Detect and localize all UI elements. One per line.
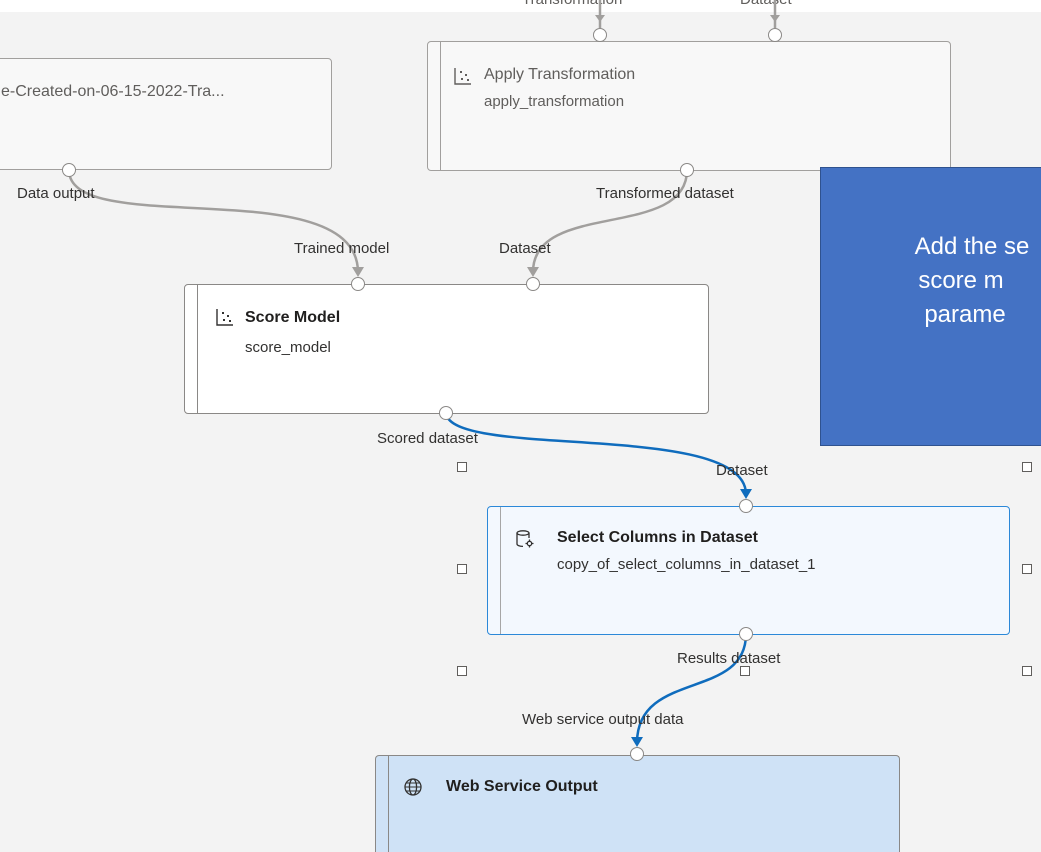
callout-line-3: parame [924,301,1006,328]
data-output-port[interactable] [62,163,76,177]
trained-model-port[interactable] [351,277,365,291]
web-service-input-label: Web service output data [522,711,684,728]
resize-handle-middle-left[interactable] [457,564,467,574]
select-columns-input-port[interactable] [739,499,753,513]
wire-dataset-arrow [527,267,539,277]
apply-transformation-node[interactable]: Apply Transformation apply_transformatio… [427,41,951,171]
data-node[interactable]: e-Created-on-06-15-2022-Tra... [0,58,332,170]
resize-handle-top-left[interactable] [457,462,467,472]
scatter-chart-icon [216,309,233,326]
resize-handle-bottom-right[interactable] [1022,666,1032,676]
callout-line-2: score m [918,267,1004,294]
database-gear-icon [516,530,534,548]
resize-handle-top-right[interactable] [1022,462,1032,472]
score-model-subtitle: score_model [245,339,331,356]
trained-model-label: Trained model [294,240,390,257]
wire-scored-to-select-arrow [740,489,752,499]
pipeline-canvas[interactable]: Transformation Dataset e-Created-on-06-1… [0,0,1041,852]
select-columns-title: Select Columns in Dataset [557,529,758,546]
select-columns-subtitle: copy_of_select_columns_in_dataset_1 [557,556,816,573]
web-service-input-port[interactable] [630,747,644,761]
web-service-output-node[interactable]: Web Service Output [375,755,900,852]
score-dataset-input-port[interactable] [526,277,540,291]
results-dataset-port[interactable] [739,627,753,641]
callout-line-1: Add the se [914,233,1030,260]
transformed-dataset-port[interactable] [680,163,694,177]
score-dataset-input-label: Dataset [499,240,551,257]
resize-handle-bottom-left[interactable] [457,666,467,676]
data-node-title: e-Created-on-06-15-2022-Tra... [1,83,225,100]
data-output-label: Data output [17,185,95,202]
wire-top-left-arrow [595,15,605,22]
select-columns-input-label: Dataset [716,462,768,479]
wire-trained-model-arrow [352,267,364,277]
wire-top-right-arrow [770,15,780,22]
apply-transformation-subtitle: apply_transformation [484,93,625,110]
score-model-title: Score Model [245,309,341,326]
apply-transformation-title: Apply Transformation [484,66,636,83]
scatter-chart-icon [454,68,471,85]
resize-handle-middle-right[interactable] [1022,564,1032,574]
resize-handle-bottom-center[interactable] [740,666,750,676]
wire-scored-to-select [444,411,748,495]
scored-dataset-port[interactable] [439,406,453,420]
transformed-dataset-label: Transformed dataset [596,185,734,202]
results-dataset-label: Results dataset [677,650,781,667]
wire-results-arrow [631,737,643,747]
globe-icon [404,778,422,796]
apply-transformation-input-port-2[interactable] [768,28,782,42]
apply-transformation-input-port-1[interactable] [593,28,607,42]
select-columns-node[interactable]: Select Columns in Dataset copy_of_select… [487,506,1010,635]
score-model-node[interactable]: Score Model score_model [184,284,709,414]
web-service-output-title: Web Service Output [446,778,598,795]
scored-dataset-label: Scored dataset [377,430,478,447]
instruction-callout-text: Add the se score m parame [845,230,1041,332]
